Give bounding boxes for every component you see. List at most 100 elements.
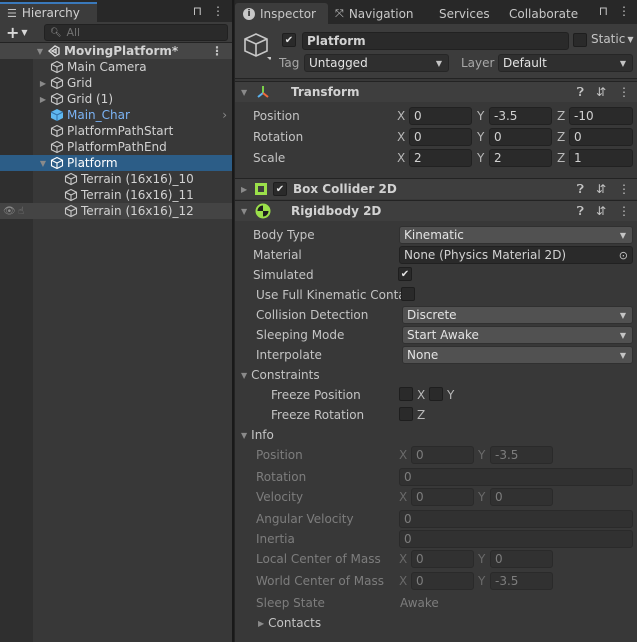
- scene-menu-icon[interactable]: ⋮: [211, 44, 223, 58]
- expand-arrow-icon[interactable]: ▼: [38, 159, 48, 168]
- tab-navigation[interactable]: ⤧ Navigation: [335, 3, 414, 24]
- box-collider-header[interactable]: ▶ ✔ Box Collider 2D ❓︎ ⇵ ⋮: [235, 178, 637, 199]
- tab-collaborate[interactable]: Collaborate: [509, 3, 578, 24]
- component-header-icons: ❓︎ ⇵ ⋮: [577, 204, 630, 219]
- rigidbody-header[interactable]: ▼ Rigidbody 2D ❓︎ ⇵ ⋮: [235, 200, 637, 221]
- help-icon[interactable]: ❓︎: [577, 182, 584, 197]
- transform-position-x-input[interactable]: 0: [409, 107, 472, 125]
- transform-rotation-x-input[interactable]: 0: [409, 128, 472, 146]
- transform-scale-z-input[interactable]: 1: [569, 149, 633, 167]
- help-icon[interactable]: ❓︎: [577, 85, 584, 100]
- axis-label[interactable]: Y: [477, 130, 484, 144]
- pickability-hand-icon[interactable]: ☝: [18, 206, 24, 217]
- hierarchy-item[interactable]: ▶ Grid (1): [0, 91, 232, 107]
- value: 0: [414, 130, 422, 144]
- caret-down-icon: ▼: [619, 58, 626, 68]
- freeze-position-y-checkbox[interactable]: [429, 387, 443, 401]
- expand-arrow-icon[interactable]: ▼: [35, 47, 45, 56]
- transform-rotation-y-input[interactable]: 0: [489, 128, 552, 146]
- axis-label[interactable]: X: [397, 130, 405, 144]
- hierarchy-item[interactable]: PlatformPathStart: [0, 123, 232, 139]
- help-icon[interactable]: ❓︎: [577, 204, 584, 219]
- collapsed-arrow-icon[interactable]: ▶: [38, 79, 48, 88]
- transform-header[interactable]: ▼ Transform ❓︎ ⇵ ⋮: [235, 81, 637, 102]
- interpolate-dropdown[interactable]: None ▼: [402, 346, 633, 364]
- transform-scale-y-input[interactable]: 2: [489, 149, 552, 167]
- more-icon[interactable]: ⋮: [618, 182, 630, 197]
- lock-icon[interactable]: ⊓: [599, 4, 608, 18]
- more-icon[interactable]: ⋮: [618, 204, 630, 219]
- create-button[interactable]: + ▼: [6, 22, 28, 43]
- freeze-rotation-z-checkbox[interactable]: [399, 407, 413, 421]
- constraints-foldout[interactable]: ▼ Constraints: [241, 368, 320, 382]
- layer-dropdown[interactable]: Default ▼: [498, 54, 633, 72]
- more-icon[interactable]: ⋮: [618, 4, 630, 18]
- simulated-checkbox[interactable]: ✔: [398, 267, 412, 281]
- search-input[interactable]: 🔍︎ All: [44, 24, 228, 41]
- contacts-foldout[interactable]: ▶ Contacts: [258, 616, 321, 630]
- axis-label: Y: [478, 552, 486, 566]
- hierarchy-item[interactable]: 👁︎ ☝ Terrain (16x16)_12: [0, 203, 232, 219]
- static-checkbox[interactable]: [573, 33, 587, 47]
- axis-label[interactable]: Y: [477, 151, 484, 165]
- transform-rotation-z-input[interactable]: 0: [569, 128, 633, 146]
- hierarchy-item[interactable]: PlatformPathEnd: [0, 139, 232, 155]
- presets-icon[interactable]: ⇵: [596, 182, 606, 197]
- tab-services[interactable]: Services: [439, 3, 490, 24]
- hierarchy-item[interactable]: Main Camera: [0, 59, 232, 75]
- collapsed-arrow-icon[interactable]: ▶: [241, 185, 255, 194]
- hierarchy-item[interactable]: Main_Char ›: [0, 107, 232, 123]
- expand-arrow-icon[interactable]: ▼: [241, 207, 255, 216]
- prefab-cube-icon: [50, 108, 64, 122]
- hierarchy-item[interactable]: Terrain (16x16)_10: [0, 171, 232, 187]
- lock-icon[interactable]: ⊓: [193, 4, 202, 18]
- gameobject-cube-icon: [64, 188, 78, 202]
- axis-label[interactable]: X: [397, 109, 405, 123]
- gameobject-cube-icon[interactable]: [241, 30, 273, 63]
- axis-label[interactable]: Y: [477, 109, 484, 123]
- gameobject-cube-icon: [64, 204, 78, 218]
- tab-hierarchy[interactable]: ☰ Hierarchy: [0, 2, 97, 22]
- hierarchy-item[interactable]: ▼ Platform: [0, 155, 232, 171]
- presets-icon[interactable]: ⇵: [596, 204, 606, 219]
- material-field[interactable]: None (Physics Material 2D) ⊙: [399, 246, 633, 264]
- transform-position-z-input[interactable]: -10: [569, 107, 633, 125]
- full-kinematic-checkbox[interactable]: [401, 287, 415, 301]
- axis-label[interactable]: Z: [557, 130, 565, 144]
- hierarchy-item[interactable]: Terrain (16x16)_11: [0, 187, 232, 203]
- open-prefab-chevron-icon[interactable]: ›: [222, 108, 227, 122]
- transform-scale-x-input[interactable]: 2: [409, 149, 472, 167]
- tag-dropdown[interactable]: Untagged ▼: [304, 54, 449, 72]
- search-icon: 🔍︎: [50, 27, 62, 38]
- expand-arrow-icon[interactable]: ▼: [241, 88, 255, 97]
- visibility-eye-icon[interactable]: 👁︎: [3, 206, 16, 217]
- hierarchy-item[interactable]: ▶ Grid: [0, 75, 232, 91]
- object-picker-icon[interactable]: ⊙: [619, 249, 628, 262]
- more-icon[interactable]: ⋮: [212, 4, 224, 18]
- value: 0: [404, 470, 412, 484]
- scene-row[interactable]: ▼ MovingPlatform* ⋮: [0, 43, 232, 59]
- axis-label[interactable]: Z: [557, 151, 565, 165]
- static-dropdown[interactable]: Static ▼: [591, 32, 633, 46]
- info-angular-velocity-label: Angular Velocity: [256, 512, 354, 526]
- axis-label: Y: [478, 574, 486, 588]
- tab-inspector[interactable]: i Inspector: [235, 3, 328, 24]
- gameobject-name-input[interactable]: Platform: [302, 32, 569, 50]
- more-icon[interactable]: ⋮: [618, 85, 630, 100]
- axis-label[interactable]: X: [397, 151, 405, 165]
- axis-label[interactable]: Z: [557, 109, 565, 123]
- collision-detection-dropdown[interactable]: Discrete ▼: [402, 306, 633, 324]
- body-type-dropdown[interactable]: Kinematic ▼: [399, 226, 633, 244]
- enabled-checkbox[interactable]: ✔: [273, 182, 287, 196]
- collapsed-arrow-icon[interactable]: ▶: [38, 95, 48, 104]
- caret-down-icon: ▼: [435, 58, 442, 68]
- presets-icon[interactable]: ⇵: [596, 85, 606, 100]
- transform-position-y-input[interactable]: -3.5: [489, 107, 552, 125]
- tab-label: Services: [439, 6, 490, 21]
- info-foldout[interactable]: ▼ Info: [241, 428, 274, 442]
- sleeping-mode-dropdown[interactable]: Start Awake ▼: [402, 326, 633, 344]
- active-checkbox[interactable]: ✔: [282, 33, 296, 47]
- info-inertia: 0: [399, 530, 633, 548]
- component-header-icons: ❓︎ ⇵ ⋮: [577, 182, 630, 197]
- freeze-position-x-checkbox[interactable]: [399, 387, 413, 401]
